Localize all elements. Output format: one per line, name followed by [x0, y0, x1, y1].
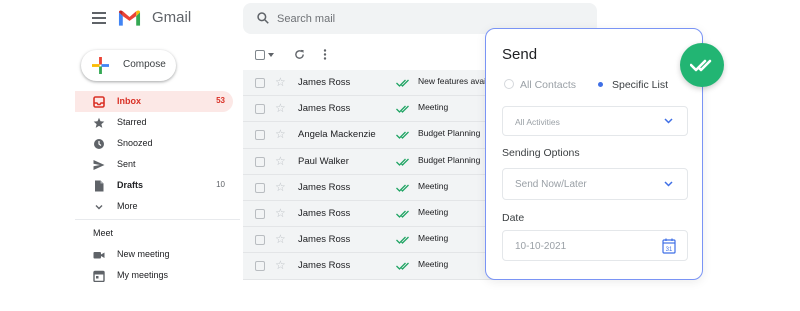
send-icon: [93, 160, 105, 170]
double-check-icon: [690, 59, 712, 72]
clock-icon: [94, 139, 104, 149]
sidebar-item-sent[interactable]: Sent: [75, 154, 233, 175]
sent-status-badge: [680, 43, 724, 87]
double-check-icon: [396, 158, 409, 166]
meet-heading: Meet: [93, 228, 114, 238]
double-check-icon: [396, 79, 409, 87]
date-label: Date: [502, 212, 525, 224]
calendar-icon: [93, 270, 105, 282]
email-sender: James Ross: [298, 103, 351, 115]
compose-plus-icon: [92, 57, 109, 74]
main-menu-icon[interactable]: [92, 12, 106, 24]
compose-button[interactable]: Compose: [81, 50, 176, 81]
email-checkbox[interactable]: [255, 235, 265, 246]
double-check-icon: [396, 105, 409, 114]
sidebar-item-label: Drafts: [117, 180, 144, 190]
date-input[interactable]: 10-10-2021 31: [502, 230, 688, 261]
chevron-down-icon: [95, 205, 103, 210]
star-icon: [93, 117, 105, 128]
app-name: Gmail: [152, 9, 192, 26]
inbox-count: 53: [216, 96, 225, 105]
email-checkbox[interactable]: [255, 78, 265, 88]
star-icon[interactable]: ☆: [275, 207, 286, 219]
email-sender: James Ross: [298, 260, 351, 272]
email-subject: Meeting: [418, 259, 449, 270]
double-check-icon: [396, 262, 409, 271]
star-icon[interactable]: ☆: [275, 102, 286, 114]
email-sender: James Ross: [298, 181, 351, 193]
video-icon: [93, 252, 105, 259]
radio-specific-list-label[interactable]: Specific List: [612, 79, 668, 91]
sidebar-item-more[interactable]: More: [75, 196, 233, 217]
star-icon[interactable]: ☆: [275, 181, 286, 193]
drafts-count: 10: [216, 180, 225, 189]
email-subject: Meeting: [418, 233, 449, 244]
email-sender: James Ross: [298, 234, 351, 246]
star-icon[interactable]: ☆: [275, 155, 286, 167]
inbox-icon: [93, 96, 105, 108]
sidebar-item-new-meeting[interactable]: New meeting: [75, 244, 233, 265]
gmail-logo-icon: [118, 10, 141, 26]
sidebar-item-label: Inbox: [117, 96, 141, 106]
email-subject: Meeting: [418, 180, 449, 191]
sidebar-item-label: Snoozed: [117, 138, 153, 148]
date-value: 10-10-2021: [515, 241, 567, 252]
refresh-icon[interactable]: [294, 49, 305, 60]
radio-all-contacts[interactable]: [504, 79, 514, 89]
email-checkbox[interactable]: [255, 130, 265, 141]
email-sender: James Ross: [298, 207, 351, 219]
sidebar-item-inbox[interactable]: Inbox 53: [75, 91, 233, 112]
star-icon[interactable]: ☆: [275, 233, 286, 245]
sending-options-select[interactable]: Send Now/Later: [502, 168, 688, 200]
sending-options-label: Sending Options: [502, 147, 580, 159]
sidebar-item-drafts[interactable]: Drafts 10: [75, 175, 233, 196]
list-select[interactable]: All Activities: [502, 106, 688, 136]
radio-all-contacts-label[interactable]: All Contacts: [520, 79, 576, 91]
calendar-icon[interactable]: 31: [662, 238, 676, 254]
draft-icon: [95, 180, 104, 192]
list-select-value: All Activities: [515, 117, 560, 127]
star-icon[interactable]: ☆: [275, 128, 286, 140]
email-subject: Meeting: [418, 206, 449, 217]
email-checkbox[interactable]: [255, 156, 265, 167]
send-panel-title: Send: [502, 46, 538, 63]
calendar-day: 31: [666, 247, 673, 253]
email-checkbox[interactable]: [255, 261, 265, 272]
radio-specific-list[interactable]: [595, 79, 605, 89]
double-check-icon: [396, 131, 409, 140]
email-sender: Angela Mackenzie: [298, 129, 376, 141]
sidebar-item-label: Starred: [117, 117, 147, 127]
email-sender: Paul Walker: [298, 155, 349, 167]
double-check-icon: [396, 184, 409, 192]
sidebar-item-my-meetings[interactable]: My meetings: [75, 265, 233, 282]
sidebar-divider: [75, 219, 240, 220]
email-subject: Meeting: [418, 102, 449, 113]
compose-label: Compose: [123, 59, 166, 70]
sidebar-item-label: Sent: [117, 159, 136, 169]
email-subject: Budget Planning: [418, 154, 481, 165]
sidebar-item-snoozed[interactable]: Snoozed: [75, 133, 233, 154]
email-checkbox[interactable]: [255, 182, 265, 193]
double-check-icon: [396, 236, 409, 245]
star-icon[interactable]: ☆: [275, 76, 286, 88]
search-icon[interactable]: [256, 11, 270, 25]
email-checkbox[interactable]: [255, 104, 265, 115]
sidebar-item-label: New meeting: [117, 249, 170, 259]
email-sender: James Ross: [298, 77, 351, 88]
select-all-checkbox[interactable]: [255, 50, 265, 60]
send-panel: Send All Contacts Specific List All Acti…: [485, 28, 703, 280]
star-icon[interactable]: ☆: [275, 259, 286, 271]
chevron-down-icon: [664, 118, 673, 124]
sidebar-item-starred[interactable]: Starred: [75, 112, 233, 133]
more-options-icon[interactable]: [323, 49, 327, 60]
sidebar-item-label: My meetings: [117, 270, 169, 280]
email-subject: Budget Planning: [418, 128, 481, 139]
sending-options-value: Send Now/Later: [515, 179, 587, 190]
select-dropdown-icon[interactable]: [268, 53, 274, 57]
double-check-icon: [396, 210, 409, 218]
email-checkbox[interactable]: [255, 208, 265, 219]
chevron-down-icon: [664, 181, 673, 187]
sidebar-item-label: More: [117, 201, 138, 211]
email-subject: New features available: [418, 76, 490, 86]
